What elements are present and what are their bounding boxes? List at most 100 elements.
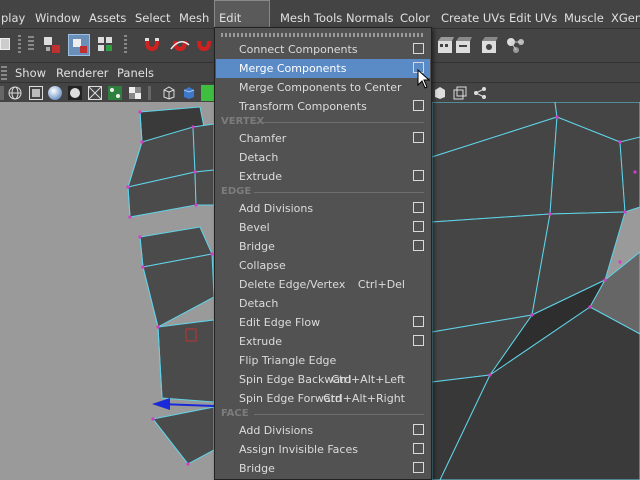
tear-off-handle[interactable]: [221, 33, 425, 37]
mouse-cursor-icon: [417, 69, 431, 89]
menu-section-divider: [254, 122, 424, 123]
snap-to-point-magnet-icon[interactable]: [195, 35, 213, 55]
menu-item-merge-components-to-center[interactable]: Merge Components to Center: [216, 78, 430, 97]
select-by-component-type-icon[interactable]: [96, 35, 116, 55]
default-material-icon[interactable]: [48, 86, 62, 100]
option-box-icon[interactable]: [413, 132, 424, 143]
menu-item-label: Bevel: [239, 221, 270, 234]
menu-item-add-divisions[interactable]: Add Divisions: [216, 421, 430, 440]
menu-assets[interactable]: Assets: [85, 0, 130, 28]
two-cubes-icon[interactable]: [453, 86, 467, 100]
menu-item-shortcut: Ctrl+Alt+Right: [323, 392, 405, 405]
menu-section-edge: EDGE: [216, 185, 430, 199]
menu-item-add-divisions[interactable]: Add Divisions: [216, 199, 430, 218]
menu-mesh-tools[interactable]: Mesh Tools: [276, 0, 346, 28]
toolbar-separator-icon: [148, 86, 151, 100]
menu-item-extrude[interactable]: Extrude: [216, 332, 430, 351]
select-by-hierarchy-icon[interactable]: [42, 35, 62, 55]
render-current-frame-icon[interactable]: [436, 35, 456, 55]
menu-section-vertex: VERTEX: [216, 115, 430, 129]
menu-create-uvs[interactable]: Create UVs: [437, 0, 509, 28]
menu-item-bridge[interactable]: Bridge: [216, 459, 430, 478]
menu-item-chamfer[interactable]: Chamfer: [216, 129, 430, 148]
toolbar-separator-icon: [124, 35, 127, 55]
option-box-icon[interactable]: [413, 335, 424, 346]
panel-menu-renderer[interactable]: Renderer: [56, 63, 109, 83]
menu-normals[interactable]: Normals: [342, 0, 398, 28]
menu-item-assign-invisible-faces[interactable]: Assign Invisible Faces: [216, 440, 430, 459]
solid-cube-icon[interactable]: [182, 86, 196, 100]
menu-item-delete-edge-vertex[interactable]: Delete Edge/Vertex Ctrl+Del: [216, 275, 430, 294]
menu-item-shortcut: Ctrl+Del: [357, 278, 405, 291]
option-box-icon[interactable]: [413, 424, 424, 435]
option-box-icon[interactable]: [413, 462, 424, 473]
panel-menu-show[interactable]: Show: [15, 63, 46, 83]
menu-window[interactable]: Window: [31, 0, 84, 28]
resolution-gate-icon[interactable]: [433, 86, 447, 100]
option-box-icon[interactable]: [413, 170, 424, 181]
menu-section-title: EDGE: [221, 186, 252, 197]
menu-color[interactable]: Color: [396, 0, 434, 28]
hypershade-icon[interactable]: [505, 35, 527, 55]
menu-item-collapse[interactable]: Collapse: [216, 256, 430, 275]
menu-item-detach[interactable]: Detach: [216, 148, 430, 167]
option-box-icon[interactable]: [413, 316, 424, 327]
menu-edit-mesh[interactable]: Edit Mesh: [214, 0, 270, 59]
snap-to-grid-magnet-icon[interactable]: [142, 35, 162, 55]
menu-section-divider: [254, 192, 424, 193]
menu-item-edit-edge-flow[interactable]: Edit Edge Flow: [216, 313, 430, 332]
menu-item-spin-edge-forward[interactable]: Spin Edge Forward Ctrl+Alt+Right: [216, 389, 430, 408]
menu-item-extrude[interactable]: Extrude: [216, 167, 430, 186]
menu-item-label: Chamfer: [239, 132, 287, 145]
node-graph-icon[interactable]: [473, 86, 487, 100]
menu-item-label: Add Divisions: [239, 202, 314, 215]
smooth-shade-icon[interactable]: [29, 86, 43, 100]
panel-grip-icon[interactable]: [1, 66, 7, 80]
option-box-icon[interactable]: [413, 443, 424, 454]
xray-icon[interactable]: [88, 86, 102, 100]
menu-item-label: Detach: [239, 297, 279, 310]
ipr-render-icon[interactable]: [454, 35, 474, 55]
menu-item-bevel[interactable]: Bevel: [216, 218, 430, 237]
menu-item-merge-components[interactable]: Merge Components: [216, 59, 430, 78]
option-box-icon[interactable]: [413, 221, 424, 232]
main-menubar: play Window Assets Select Mesh Edit Mesh…: [0, 0, 640, 59]
menu-item-label: Connect Components: [239, 43, 358, 56]
menu-item-bridge[interactable]: Bridge: [216, 237, 430, 256]
save-scene-icon[interactable]: [0, 38, 10, 50]
option-box-icon[interactable]: [413, 202, 424, 213]
menu-section-divider: [254, 414, 424, 415]
lighting-icon[interactable]: [108, 86, 122, 100]
menu-section-face: FACE: [216, 407, 430, 421]
menu-item-spin-edge-backward[interactable]: Spin Edge Backward Ctrl+Alt+Left: [216, 370, 430, 389]
menu-item-label: Extrude: [239, 170, 283, 183]
menu-item-label: Edit Edge Flow: [239, 316, 321, 329]
panel-menu-panels[interactable]: Panels: [117, 63, 154, 83]
option-box-icon[interactable]: [413, 43, 424, 54]
isolate-select-cube-icon[interactable]: [162, 86, 176, 100]
menu-select[interactable]: Select: [131, 0, 174, 28]
select-by-object-type-icon[interactable]: [68, 34, 90, 56]
render-settings-icon[interactable]: [480, 35, 500, 55]
menu-mesh[interactable]: Mesh: [175, 0, 213, 28]
toolbar-collapse-icon[interactable]: [28, 36, 34, 52]
menu-item-label: Assign Invisible Faces: [239, 443, 358, 456]
shadows-icon[interactable]: [128, 86, 142, 100]
option-box-icon[interactable]: [413, 240, 424, 251]
toolbar-grip-icon[interactable]: [0, 86, 4, 100]
menu-play[interactable]: play: [0, 0, 29, 28]
menu-item-detach[interactable]: Detach: [216, 294, 430, 313]
menu-muscle[interactable]: Muscle: [560, 0, 608, 28]
wireframe-icon[interactable]: [8, 86, 22, 100]
menu-edit-uvs[interactable]: Edit UVs: [505, 0, 561, 28]
menu-item-connect-components[interactable]: Connect Components: [216, 40, 430, 59]
snap-to-curve-magnet-icon[interactable]: [170, 35, 190, 55]
menu-item-label: Merge Components to Center: [239, 81, 402, 94]
option-box-icon[interactable]: [413, 100, 424, 111]
menu-item-flip-triangle-edge[interactable]: Flip Triangle Edge: [216, 351, 430, 370]
shaded-wireframe-icon[interactable]: [68, 86, 82, 100]
menu-item-label: Collapse: [239, 259, 286, 272]
menu-item-transform-components[interactable]: Transform Components: [216, 97, 430, 116]
menu-xgen[interactable]: XGen: [607, 0, 640, 28]
xray-joints-icon[interactable]: [201, 85, 215, 101]
